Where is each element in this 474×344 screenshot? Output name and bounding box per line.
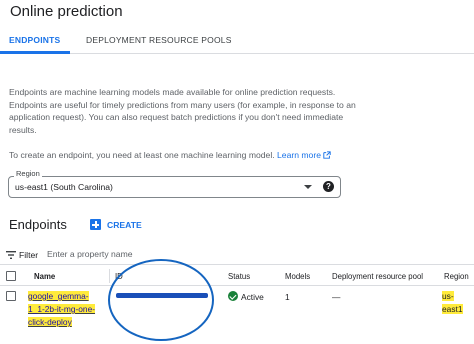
tab-deployment-resource-pools[interactable]: DEPLOYMENT RESOURCE POOLS: [86, 35, 232, 45]
help-icon[interactable]: ?: [323, 181, 334, 192]
id-annotation-circle: [108, 259, 214, 341]
endpoints-section-title: Endpoints: [9, 217, 67, 232]
column-header-status[interactable]: Status: [228, 272, 250, 281]
endpoint-name-link[interactable]: google_gemma-1_1-2b-it-mg-one-click-depl…: [28, 290, 100, 329]
tab-bar: ENDPOINTS DEPLOYMENT RESOURCE POOLS: [0, 27, 474, 54]
endpoint-name-text: google_gemma-1_1-2b-it-mg-one-click-depl…: [28, 291, 96, 327]
filter-bar: Filter: [0, 246, 474, 265]
learn-more-link[interactable]: Learn more: [277, 150, 331, 160]
external-link-icon: [323, 151, 331, 159]
filter-input[interactable]: [47, 247, 247, 261]
select-all-checkbox[interactable]: [6, 271, 16, 281]
region-select[interactable]: us-east1 (South Carolina) ?: [8, 176, 341, 198]
column-header-name[interactable]: Name: [34, 272, 55, 281]
filter-icon[interactable]: [6, 251, 16, 259]
endpoint-models-count: 1: [285, 292, 290, 302]
create-button-label: CREATE: [107, 220, 142, 230]
active-status-icon: [228, 291, 238, 301]
column-header-deployment-resource-pool[interactable]: Deployment resource pool: [332, 272, 423, 281]
table-header-row: Name ID Status Models Deployment resourc…: [0, 266, 474, 286]
filter-label: Filter: [19, 250, 39, 260]
column-separator: [109, 269, 110, 283]
table-row: google_gemma-1_1-2b-it-mg-one-click-depl…: [0, 286, 474, 344]
chevron-down-icon[interactable]: [304, 185, 312, 189]
endpoint-resource-pool: —: [332, 292, 341, 302]
create-endpoint-note: To create an endpoint, you need at least…: [9, 150, 331, 160]
endpoint-status: Active: [241, 292, 264, 302]
region-select-label: Region: [14, 169, 42, 178]
column-header-models[interactable]: Models: [285, 272, 310, 281]
row-checkbox[interactable]: [6, 291, 16, 301]
learn-more-label: Learn more: [277, 150, 321, 160]
region-select-value: us-east1 (South Carolina): [15, 182, 113, 192]
page-title: Online prediction: [10, 3, 123, 20]
active-tab-indicator: [0, 51, 70, 54]
endpoint-region-text: us-east1: [442, 291, 463, 314]
endpoints-description: Endpoints are machine learning models ma…: [9, 87, 356, 135]
create-note-text: To create an endpoint, you need at least…: [9, 150, 275, 160]
endpoint-region: us-east1: [442, 290, 470, 316]
add-box-icon: [90, 219, 101, 230]
tab-endpoints[interactable]: ENDPOINTS: [9, 35, 60, 45]
column-header-region[interactable]: Region: [444, 272, 469, 281]
